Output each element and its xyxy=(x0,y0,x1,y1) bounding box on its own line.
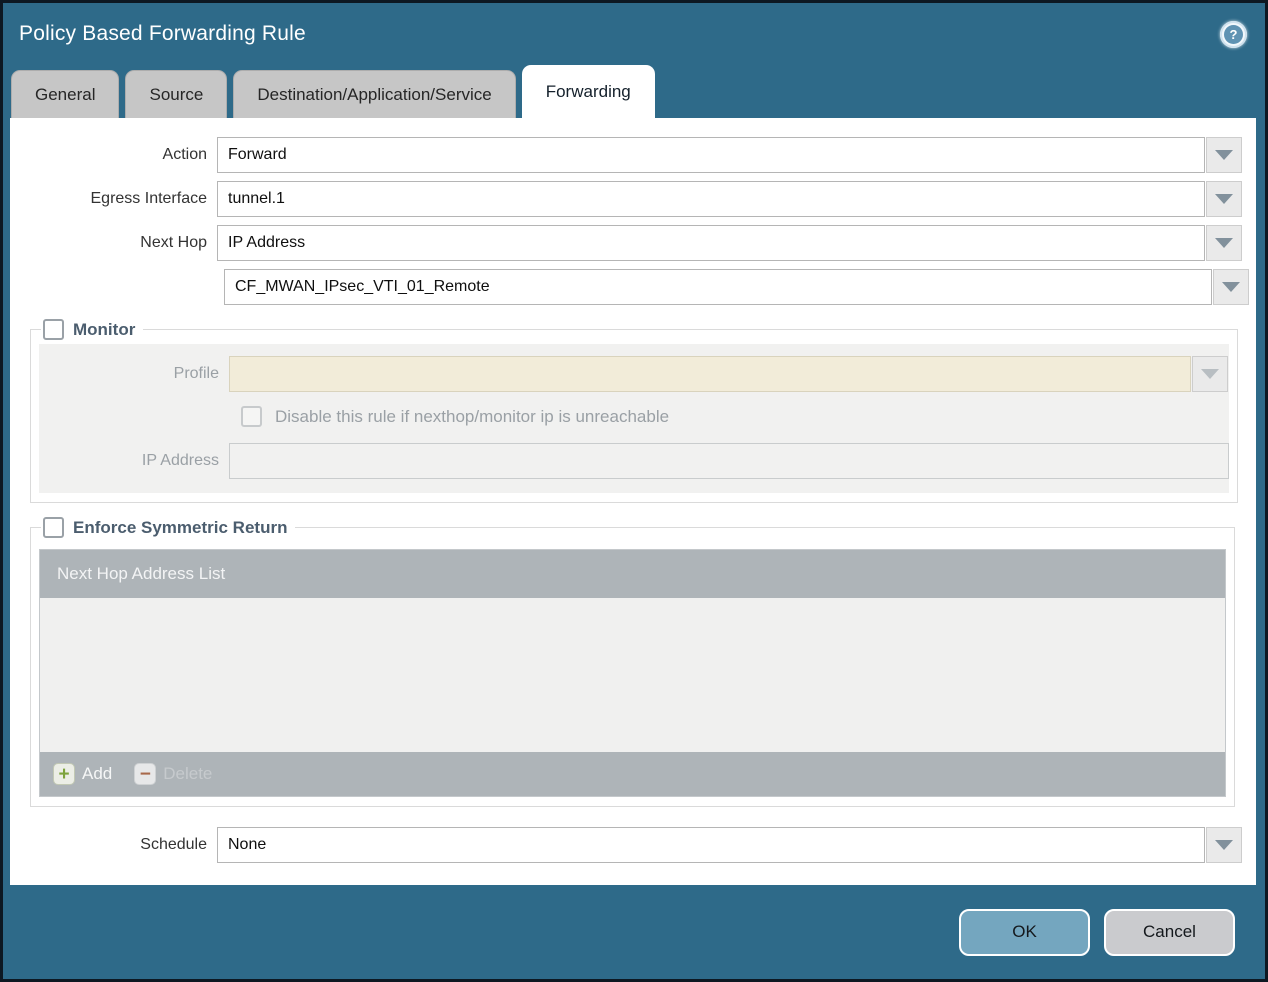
disable-rule-checkbox xyxy=(241,406,262,427)
minus-icon: − xyxy=(134,763,157,785)
symmetric-return-legend: Enforce Symmetric Return xyxy=(41,517,295,538)
help-icon: ? xyxy=(1224,24,1243,44)
chevron-down-icon xyxy=(1215,150,1233,160)
monitor-body: Profile Disable this rule if nexthop/mon… xyxy=(39,344,1229,493)
monitor-ip-address-input xyxy=(229,443,1229,479)
chevron-down-icon xyxy=(1215,194,1233,204)
next-hop-address-list-table: Next Hop Address List + Add − Delete xyxy=(39,549,1226,797)
delete-button-label: Delete xyxy=(163,764,213,783)
monitor-ip-address-row: IP Address xyxy=(39,443,1229,479)
chevron-down-icon xyxy=(1201,369,1219,379)
symmetric-return-checkbox[interactable] xyxy=(43,517,64,538)
tab-destination-application-service[interactable]: Destination/Application/Service xyxy=(233,70,516,118)
disable-rule-row: Disable this rule if nexthop/monitor ip … xyxy=(241,406,1229,427)
chevron-down-icon xyxy=(1215,840,1233,850)
egress-interface-dropdown-button[interactable] xyxy=(1206,181,1242,217)
symmetric-return-fieldset: Enforce Symmetric Return Next Hop Addres… xyxy=(30,517,1235,807)
profile-select xyxy=(229,356,1191,392)
profile-row: Profile xyxy=(39,356,1229,392)
next-hop-type-select[interactable]: IP Address xyxy=(217,225,1205,261)
chevron-down-icon xyxy=(1215,238,1233,248)
add-button[interactable]: + Add xyxy=(53,763,112,785)
policy-forwarding-dialog: Policy Based Forwarding Rule ? General S… xyxy=(0,0,1268,982)
chevron-down-icon xyxy=(1222,282,1240,292)
action-dropdown-button[interactable] xyxy=(1206,137,1242,173)
cancel-button[interactable]: Cancel xyxy=(1104,908,1235,956)
monitor-fieldset: Monitor Profile Disable this rule if nex… xyxy=(30,319,1238,503)
disable-rule-label: Disable this rule if nexthop/monitor ip … xyxy=(275,406,670,426)
tab-bar: General Source Destination/Application/S… xyxy=(3,65,1265,118)
next-hop-address-select[interactable]: CF_MWAN_IPsec_VTI_01_Remote xyxy=(224,269,1212,305)
egress-interface-select[interactable]: tunnel.1 xyxy=(217,181,1205,217)
next-hop-type-dropdown-button[interactable] xyxy=(1206,225,1242,261)
tab-source[interactable]: Source xyxy=(125,70,228,118)
next-hop-label: Next Hop xyxy=(140,234,207,251)
dialog-footer: OK Cancel xyxy=(3,885,1265,979)
schedule-label: Schedule xyxy=(140,836,207,853)
monitor-legend: Monitor xyxy=(41,319,143,340)
add-button-label: Add xyxy=(82,764,113,783)
next-hop-address-list-body[interactable] xyxy=(40,598,1225,752)
next-hop-address-row: CF_MWAN_IPsec_VTI_01_Remote xyxy=(10,269,1256,305)
delete-button: − Delete xyxy=(134,763,212,785)
monitor-ip-address-label: IP Address xyxy=(141,452,219,469)
schedule-row: Schedule None xyxy=(10,827,1256,863)
tab-content-forwarding: Action Forward Egress Interface tunnel.1… xyxy=(10,118,1256,885)
tab-general[interactable]: General xyxy=(11,70,120,118)
action-row: Action Forward xyxy=(10,137,1256,173)
plus-icon: + xyxy=(53,763,75,785)
schedule-dropdown-button[interactable] xyxy=(1206,827,1242,863)
egress-interface-label: Egress Interface xyxy=(90,190,208,207)
ok-button[interactable]: OK xyxy=(959,908,1090,956)
dialog-title: Policy Based Forwarding Rule xyxy=(19,22,306,45)
profile-dropdown-button xyxy=(1192,356,1228,392)
next-hop-address-dropdown-button[interactable] xyxy=(1213,269,1249,305)
symmetric-return-legend-label: Enforce Symmetric Return xyxy=(73,517,288,537)
action-select[interactable]: Forward xyxy=(217,137,1205,173)
next-hop-address-list-toolbar: + Add − Delete xyxy=(40,752,1225,796)
next-hop-row: Next Hop IP Address xyxy=(10,225,1256,261)
dialog-titlebar: Policy Based Forwarding Rule ? xyxy=(3,3,1265,65)
monitor-checkbox[interactable] xyxy=(43,319,64,340)
schedule-select[interactable]: None xyxy=(217,827,1205,863)
action-label: Action xyxy=(162,146,207,163)
egress-interface-row: Egress Interface tunnel.1 xyxy=(10,181,1256,217)
tab-forwarding[interactable]: Forwarding xyxy=(521,65,655,118)
profile-label: Profile xyxy=(173,365,219,382)
next-hop-address-list-header: Next Hop Address List xyxy=(40,550,1225,598)
monitor-legend-label: Monitor xyxy=(73,319,136,339)
help-button[interactable]: ? xyxy=(1220,20,1247,48)
